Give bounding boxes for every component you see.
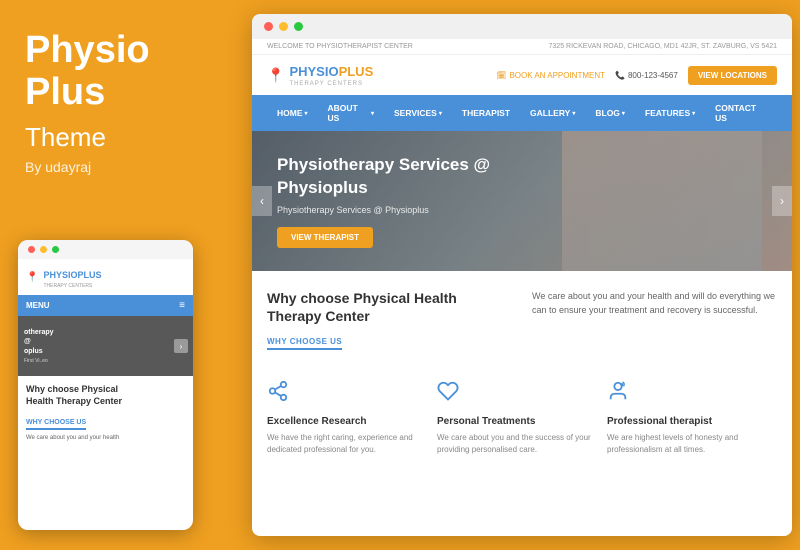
top-bar-address: 7325 RICKEVAN ROAD, CHICAGO, MD1 42JR, S… (549, 43, 777, 50)
mobile-hero: otherapy@oplus First Vi..eo › (18, 316, 193, 376)
feature-professional-title: Professional therapist (607, 416, 767, 427)
theme-title: PhysioPlus (25, 30, 223, 114)
mobile-header: 📍 PHYSIOPLUS THERAPY CENTERS (18, 259, 193, 295)
hero-image (562, 131, 762, 271)
mobile-dot-red (28, 246, 35, 253)
mobile-hero-badge: First Vi..eo (24, 358, 187, 364)
why-section: Why choose Physical HealthTherapy Center… (252, 271, 792, 360)
theme-author: By udayraj (25, 159, 223, 175)
logo-physio: PHYSIOPLUS (289, 64, 373, 79)
theme-subtitle: Theme (25, 122, 223, 153)
mobile-content: Why choose PhysicalHealth Therapy Center… (18, 376, 193, 451)
mobile-hero-overlay: otherapy@oplus First Vi..eo (18, 316, 193, 376)
phone-icon: 📞 (615, 71, 625, 80)
left-panel: PhysioPlus Theme By udayraj 📍 PHYSIOPLUS… (0, 0, 248, 550)
nav-therapist[interactable]: THERAPIST (452, 95, 520, 131)
browser-dot-red (264, 22, 273, 31)
hero-next-button[interactable]: › (772, 186, 792, 216)
heart-icon (437, 380, 597, 408)
feature-excellence-title: Excellence Research (267, 416, 427, 427)
top-bar: WELCOME TO PHYSIOTHERAPIST CENTER 7325 R… (252, 39, 792, 55)
nav-about[interactable]: ABOUT US ▾ (318, 95, 385, 131)
hero-section: Physiotherapy Services @Physioplus Physi… (252, 131, 792, 271)
feature-professional: Professional therapist We are highest le… (607, 375, 777, 461)
feature-personal: Personal Treatments We care about you an… (437, 375, 607, 461)
mobile-dot-yellow (40, 246, 47, 253)
mobile-body-text: We care about you and your health (26, 434, 185, 442)
feature-personal-title: Personal Treatments (437, 416, 597, 427)
view-therapist-button[interactable]: VIEW THERAPIST (277, 227, 373, 248)
mobile-logo-text: PHYSIOPLUS (43, 270, 101, 280)
mobile-why-label: WHY CHOOSE US (26, 419, 86, 430)
phone-number: 📞 800-123-4567 (615, 71, 678, 80)
hero-prev-button[interactable]: ‹ (252, 186, 272, 216)
why-label: WHY CHOOSE US (267, 337, 342, 350)
hero-content: Physiotherapy Services @Physioplus Physi… (252, 134, 515, 267)
nav-features[interactable]: FEATURES ▾ (635, 95, 705, 131)
browser-window: WELCOME TO PHYSIOTHERAPIST CENTER 7325 R… (252, 14, 792, 536)
nav-services[interactable]: SERVICES ▾ (384, 95, 452, 131)
chevron-down-icon: ▾ (439, 110, 442, 117)
why-body-text: We care about you and your health and wi… (532, 289, 777, 318)
nav-gallery[interactable]: GALLERY ▾ (520, 95, 585, 131)
header-right: 🗓 BOOK AN APPOINTMENT 📞 800-123-4567 VIE… (496, 66, 777, 85)
browser-dot-yellow (279, 22, 288, 31)
browser-bar (252, 14, 792, 39)
feature-professional-desc: We are highest levels of honesty and pro… (607, 432, 767, 456)
mobile-mockup: 📍 PHYSIOPLUS THERAPY CENTERS MENU ≡ othe… (18, 240, 193, 530)
why-right-column: We care about you and your health and wi… (532, 289, 777, 360)
mobile-hero-text: otherapy@oplus (24, 328, 187, 355)
book-appt-label: BOOK AN APPOINTMENT (509, 71, 605, 80)
nav-blog[interactable]: BLOG ▾ (585, 95, 635, 131)
feature-excellence: Excellence Research We have the right ca… (267, 375, 437, 461)
person-icon (607, 380, 767, 408)
mobile-menu-label: MENU (26, 301, 50, 310)
logo-plus: PLUS (339, 64, 374, 79)
hero-subtitle: Physiotherapy Services @ Physioplus (277, 205, 490, 215)
feature-excellence-desc: We have the right caring, experience and… (267, 432, 427, 456)
calendar-icon: 🗓 (496, 71, 506, 80)
chevron-down-icon: ▾ (572, 110, 575, 117)
mobile-logo-pin-icon: 📍 (26, 272, 38, 283)
features-grid: Excellence Research We have the right ca… (252, 360, 792, 471)
mobile-section-title: Why choose PhysicalHealth Therapy Center (26, 384, 185, 407)
mobile-dot-green (52, 246, 59, 253)
share-icon (267, 380, 427, 408)
top-bar-welcome: WELCOME TO PHYSIOTHERAPIST CENTER (267, 43, 413, 50)
site-header: 📍 PHYSIOPLUS THERAPY CENTERS 🗓 BOOK AN A… (252, 55, 792, 95)
why-left-column: Why choose Physical HealthTherapy Center… (267, 289, 512, 360)
nav-home[interactable]: HOME ▾ (267, 95, 318, 131)
chevron-down-icon: ▾ (371, 110, 374, 117)
logo-subtitle: THERAPY CENTERS (289, 81, 373, 87)
mobile-menu-bar[interactable]: MENU ≡ (18, 295, 193, 316)
nav-contact[interactable]: CONTACT US (705, 95, 777, 131)
view-locations-button[interactable]: VIEW LOCATIONS (688, 66, 777, 85)
mobile-hero-arrow-right[interactable]: › (174, 339, 188, 353)
hero-title: Physiotherapy Services @Physioplus (277, 154, 490, 198)
feature-personal-desc: We care about you and the success of you… (437, 432, 597, 456)
chevron-down-icon: ▾ (305, 110, 308, 117)
phone-label: 800-123-4567 (628, 71, 678, 80)
site-nav: HOME ▾ ABOUT US ▾ SERVICES ▾ THERAPIST G… (252, 95, 792, 131)
why-title: Why choose Physical HealthTherapy Center (267, 289, 512, 325)
logo-pin-icon: 📍 (267, 67, 284, 84)
book-appointment[interactable]: 🗓 BOOK AN APPOINTMENT (496, 71, 605, 80)
mobile-hamburger-icon: ≡ (179, 300, 185, 311)
mobile-logo-sub: THERAPY CENTERS (43, 283, 101, 289)
site-logo: 📍 PHYSIOPLUS THERAPY CENTERS (267, 63, 373, 87)
mobile-dots-bar (18, 240, 193, 259)
browser-dot-green (294, 22, 303, 31)
chevron-down-icon: ▾ (622, 110, 625, 117)
chevron-down-icon: ▾ (692, 110, 695, 117)
